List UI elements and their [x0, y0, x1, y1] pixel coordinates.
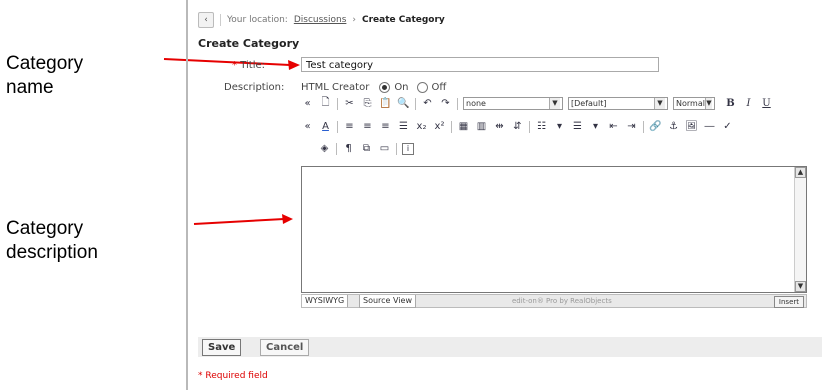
collapse-icon[interactable]: « [301, 120, 314, 133]
annotation-category-description: Category description [6, 218, 98, 263]
indent-icon[interactable]: ⇥ [625, 120, 638, 133]
outdent-icon[interactable]: ⇤ [607, 120, 620, 133]
cut-icon[interactable]: ✂ [343, 97, 356, 110]
divider [337, 120, 338, 133]
insert-column-icon[interactable]: ▥ [475, 120, 488, 133]
numbered-list-icon[interactable]: ☰ [571, 120, 584, 133]
collapse-icon[interactable]: « [301, 97, 314, 110]
superscript-icon[interactable]: x² [433, 120, 446, 133]
mode-on-radio[interactable] [379, 82, 391, 93]
divider [396, 142, 397, 155]
save-button[interactable]: Save [202, 339, 242, 356]
undo-icon[interactable]: ↶ [421, 97, 434, 110]
scroll-up-icon[interactable]: ▲ [795, 167, 806, 178]
style-select-value: Normal [676, 99, 705, 108]
font-select[interactable]: none ▼ [463, 97, 563, 110]
divider [415, 97, 416, 110]
bold-icon[interactable]: B [724, 97, 737, 110]
editor-credit: edit-on® Pro by RealObjects [512, 297, 612, 305]
required-field-note: * Required field [198, 371, 268, 381]
description-editor[interactable]: ▲ ▼ [301, 166, 807, 293]
redo-icon[interactable]: ↷ [439, 97, 452, 110]
bullet-list-icon[interactable]: ☷ [535, 120, 548, 133]
split-cell-icon[interactable]: ⇹ [493, 120, 506, 133]
justify-icon[interactable]: ☰ [397, 120, 410, 133]
editor-view-tabs: WYSIWYG Source View edit-on® Pro by Real… [301, 294, 807, 308]
breadcrumb-prefix: Your location: [227, 15, 288, 25]
new-document-icon[interactable]: 🗋 [319, 97, 332, 110]
divider [220, 14, 221, 26]
title-input[interactable]: Test category [301, 57, 659, 72]
italic-icon[interactable]: I [742, 97, 755, 110]
style-select[interactable]: Normal ▼ [673, 97, 715, 110]
anchor-icon[interactable]: ⚓ [667, 120, 680, 133]
align-right-icon[interactable]: ≡ [379, 120, 392, 133]
horizontal-rule-icon[interactable]: ― [703, 120, 716, 133]
title-label-text: Title: [240, 60, 265, 71]
breadcrumb-link-discussions[interactable]: Discussions [294, 15, 347, 25]
editor-toolbar-row-2: « A ≡ ≡ ≡ ☰ x₂ x² ▦ ▥ ⇹ ⇵ ☷ ▾ ☰ ▾ ⇤ ⇥ 🔗 … [301, 120, 734, 133]
description-label: Description: [224, 82, 285, 93]
scroll-down-icon[interactable]: ▼ [795, 281, 806, 292]
editor-toolbar-row-3: ◈ ¶ ⧉ ▭ i [318, 142, 414, 155]
divider [451, 120, 452, 133]
chevron-down-icon: ▼ [704, 98, 712, 109]
html-creator-label: HTML Creator [301, 82, 370, 93]
breadcrumb-current: Create Category [362, 15, 445, 25]
layer-icon[interactable]: ⧉ [360, 142, 373, 155]
mode-off-label[interactable]: Off [432, 82, 447, 93]
tab-wysiwyg[interactable]: WYSIWYG [302, 295, 349, 307]
find-icon[interactable]: 🔍 [397, 97, 410, 110]
editor-scrollbar[interactable]: ▲ ▼ [794, 167, 806, 292]
align-left-icon[interactable]: ≡ [343, 120, 356, 133]
info-icon[interactable]: i [402, 142, 414, 155]
title-label: * Title: [232, 60, 265, 71]
paragraph-marks-icon[interactable]: ¶ [342, 142, 355, 155]
chevron-down-icon: ▼ [654, 98, 665, 109]
breadcrumb: ‹ Your location: Discussions › Create Ca… [198, 12, 445, 28]
list-dropdown-icon[interactable]: ▾ [589, 120, 602, 133]
font-select-value: none [466, 99, 486, 108]
list-dropdown-icon[interactable]: ▾ [553, 120, 566, 133]
divider [337, 97, 338, 110]
mode-off-radio[interactable] [416, 82, 428, 93]
action-bar: Save Cancel [198, 337, 822, 357]
tab-source-view[interactable]: Source View [359, 295, 417, 308]
annotation-category-name: Category name [6, 53, 84, 98]
breadcrumb-separator: › [352, 15, 356, 25]
link-icon[interactable]: 🔗 [649, 120, 662, 133]
paste-icon[interactable]: 📋 [379, 97, 392, 110]
size-select-value: [Default] [571, 99, 607, 108]
underline-icon[interactable]: U [760, 97, 773, 110]
cancel-button[interactable]: Cancel [260, 339, 310, 356]
insert-button[interactable]: Insert [773, 296, 804, 308]
page-title: Create Category [198, 37, 300, 50]
html-creator-toggle: HTML Creator On Off [301, 82, 446, 93]
mode-on-label[interactable]: On [394, 82, 408, 93]
cell-properties-icon[interactable]: ⇵ [511, 120, 524, 133]
size-select[interactable]: [Default] ▼ [568, 97, 668, 110]
image-icon[interactable]: 🖼 [685, 120, 698, 133]
divider [529, 120, 530, 133]
cube-icon[interactable]: ◈ [318, 142, 331, 155]
divider [336, 142, 337, 155]
divider [457, 97, 458, 110]
editor-toolbar-row-1: « 🗋 ✂ ⎘ 📋 🔍 ↶ ↷ none ▼ [Default] ▼ Norma… [301, 97, 773, 110]
page-left-border [186, 0, 188, 390]
divider [643, 120, 644, 133]
box-icon[interactable]: ▭ [378, 142, 391, 155]
spellcheck-icon[interactable]: ✓ [721, 120, 734, 133]
subscript-icon[interactable]: x₂ [415, 120, 428, 133]
back-button[interactable]: ‹ [198, 12, 214, 28]
text-color-icon[interactable]: A [319, 120, 332, 133]
align-center-icon[interactable]: ≡ [361, 120, 374, 133]
chevron-down-icon: ▼ [549, 98, 560, 109]
table-icon[interactable]: ▦ [457, 120, 470, 133]
required-mark: * [232, 60, 237, 71]
copy-icon[interactable]: ⎘ [361, 97, 374, 110]
arrow-to-editor [193, 214, 293, 225]
